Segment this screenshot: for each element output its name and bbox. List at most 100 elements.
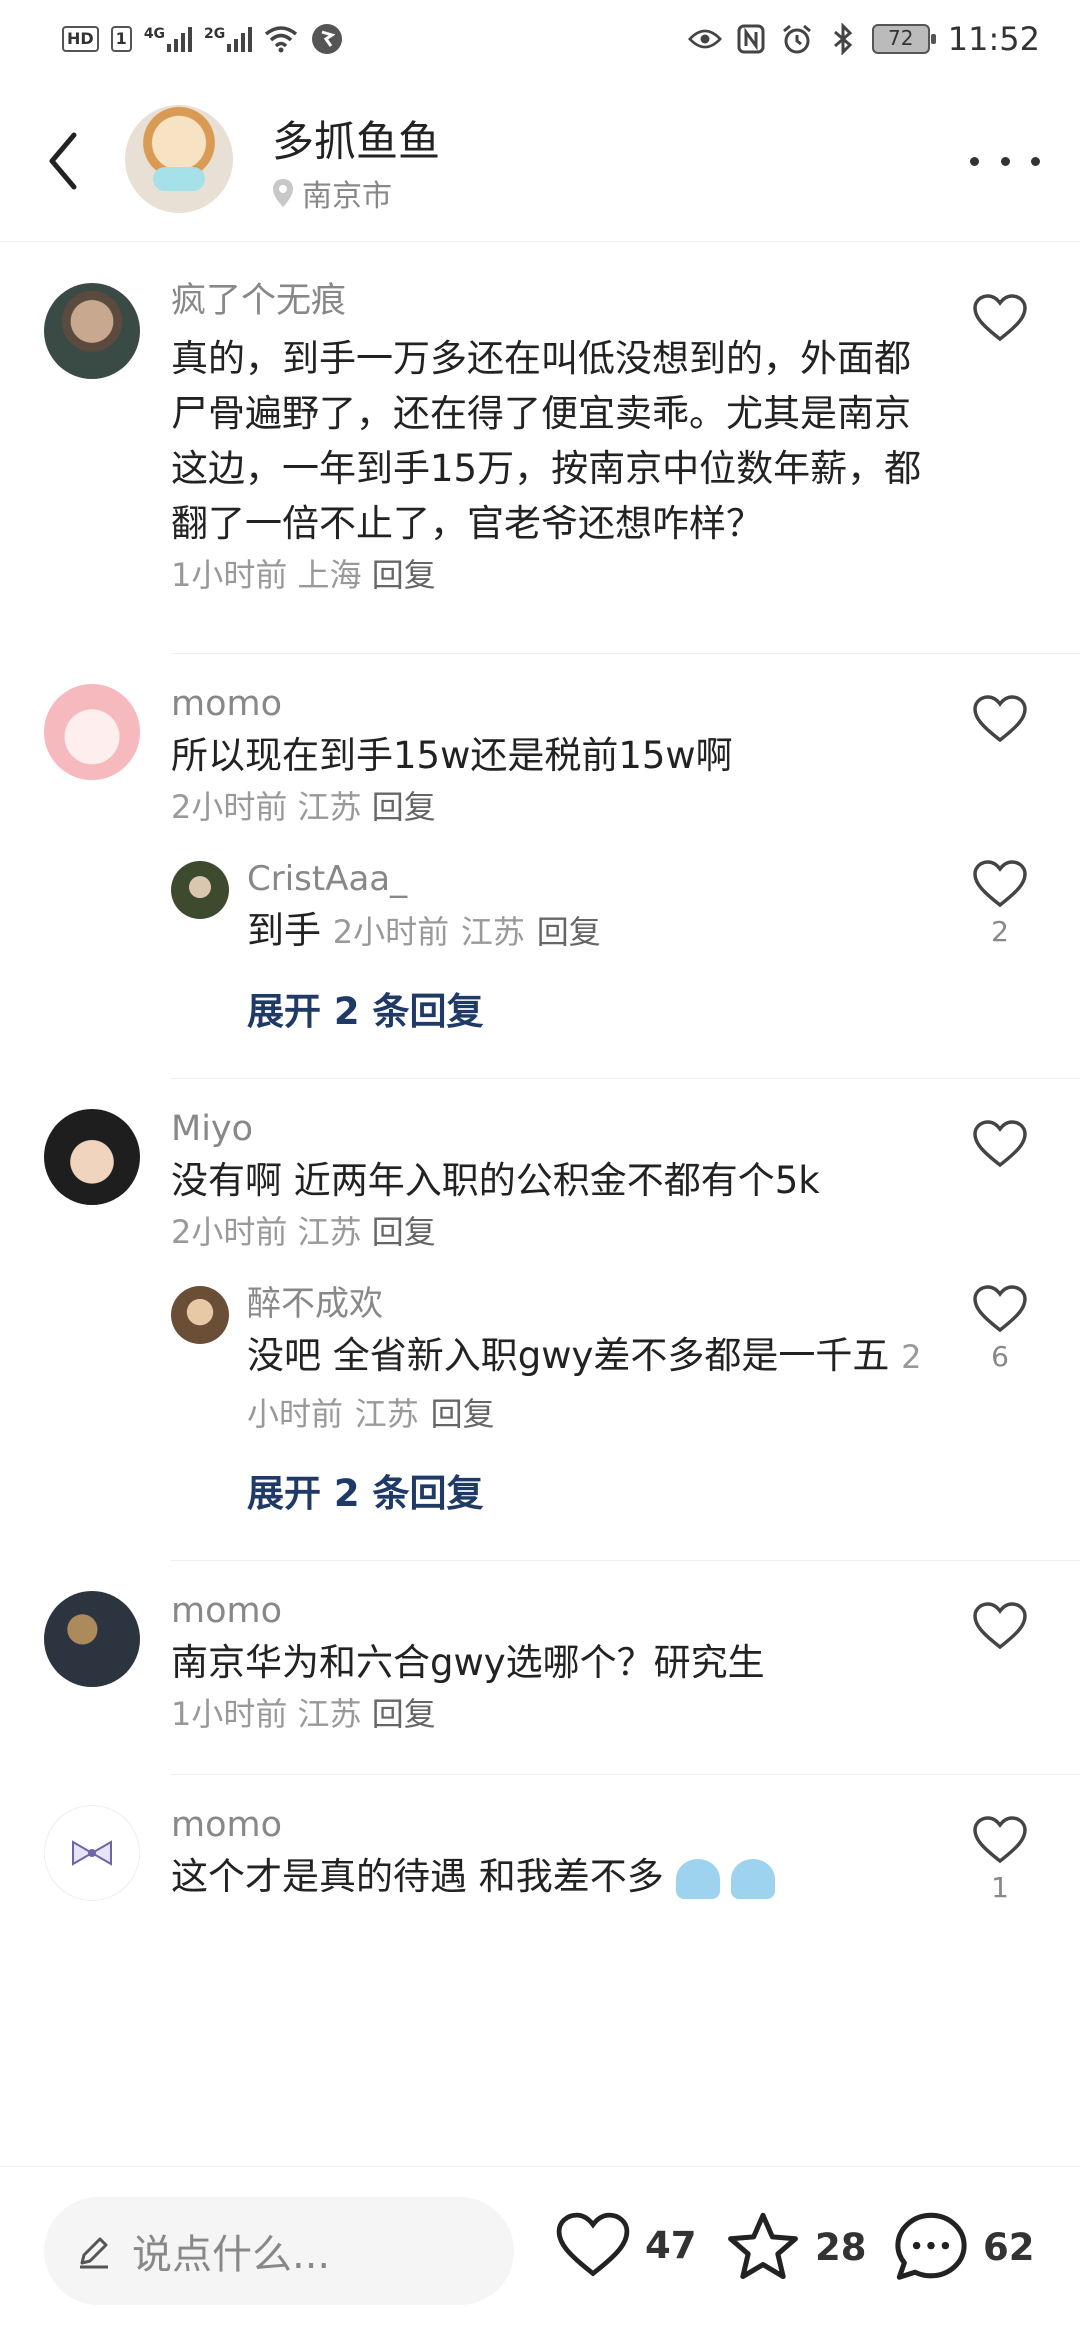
chevron-left-icon [49, 132, 77, 190]
reply-item: CristAaa_ 到手 2小时前 江苏 回复 2 [0, 831, 1080, 960]
commenter-name[interactable]: momo [171, 1587, 930, 1635]
reply-button[interactable]: 回复 [431, 1395, 495, 1433]
reply-button[interactable]: 回复 [372, 1213, 436, 1251]
app-notification-icon [310, 22, 344, 56]
comment-meta: 2小时前 江苏 回复 [171, 1208, 930, 1256]
like-button[interactable]: 2 [970, 859, 1030, 948]
comment-body: 这个才是真的待遇 和我差不多 [171, 1855, 664, 1898]
like-button[interactable] [970, 694, 1030, 744]
replier-name[interactable]: CristAaa_ [247, 855, 930, 903]
commenter-avatar[interactable] [44, 1109, 140, 1205]
commenter-name[interactable]: momo [171, 680, 930, 728]
back-button[interactable] [38, 126, 88, 196]
bluetooth-icon [826, 22, 860, 56]
comment-location: 上海 [297, 556, 362, 594]
like-button[interactable] [970, 293, 1030, 343]
like-count: 47 [645, 2223, 697, 2267]
more-options-button[interactable] [970, 136, 1040, 186]
reply-button[interactable]: 回复 [537, 913, 601, 951]
hd-indicator: HD [62, 26, 99, 52]
star-icon [728, 2212, 798, 2280]
network-type-2: 2G [204, 26, 226, 42]
author-name[interactable]: 多抓鱼鱼 [272, 108, 440, 169]
comment-input-placeholder: 说点什么... [132, 2232, 331, 2278]
bow-icon [72, 1840, 112, 1866]
comment-item: momo 南京华为和六合gwy选哪个？研究生 1小时前 江苏 回复 [0, 1561, 1080, 1738]
comment-time: 2小时前 [171, 1213, 288, 1251]
alarm-icon [780, 22, 814, 56]
comment-time: 1小时前 [171, 556, 288, 594]
like-button[interactable]: 1 [970, 1815, 1030, 1904]
replier-avatar[interactable] [171, 861, 229, 919]
comment-location: 江苏 [297, 788, 362, 826]
expand-replies-button[interactable]: 展开 2 条回复 [0, 1464, 1080, 1524]
like-post-button[interactable]: 47 [555, 2211, 697, 2279]
location-pin-icon [273, 179, 293, 207]
comment-text: 真的，到手一万多还在叫低没想到的，外面都尸骨遍野了，还在得了便宜卖乖。尤其是南京… [171, 337, 922, 545]
network-type-1: 4G [143, 26, 166, 42]
like-button[interactable] [970, 1601, 1030, 1651]
commenter-name[interactable]: Miyo [171, 1105, 930, 1153]
comments-button[interactable]: 62 [893, 2211, 1035, 2283]
replier-name[interactable]: 醉不成欢 [247, 1280, 930, 1328]
heart-icon [973, 1816, 1027, 1864]
reply-location: 江苏 [354, 1395, 419, 1433]
expand-replies-button[interactable]: 展开 2 条回复 [0, 982, 1080, 1042]
heart-icon [973, 1285, 1027, 1333]
comment-location: 江苏 [297, 1695, 362, 1733]
clock: 11:52 [947, 20, 1040, 58]
commenter-avatar[interactable] [44, 1805, 140, 1901]
like-count: 1 [991, 1871, 1009, 1904]
signal-icon: 4G [143, 26, 193, 52]
comment-item: momo 这个才是真的待遇 和我差不多 1 [0, 1775, 1080, 1904]
comment-text: 南京华为和六合gwy选哪个？研究生 [171, 1641, 765, 1684]
commenter-avatar[interactable] [44, 684, 140, 780]
commenter-avatar[interactable] [44, 283, 140, 379]
nfc-icon [734, 22, 768, 56]
battery-indicator: 72 [871, 24, 936, 54]
like-count: 2 [991, 915, 1009, 948]
like-button[interactable] [970, 1119, 1030, 1169]
commenter-avatar[interactable] [44, 1591, 140, 1687]
sim-indicator: 1 [110, 26, 132, 52]
status-bar: HD 1 4G 2G 72 11:52 [0, 0, 1080, 78]
comment-text: 这个才是真的待遇 和我差不多 [171, 1849, 930, 1904]
heart-icon [556, 2212, 630, 2277]
comment-item: momo 所以现在到手15w还是税前15w啊 2小时前 江苏 回复 [0, 654, 1080, 831]
comment-count: 62 [983, 2225, 1035, 2269]
location-text: 南京市 [302, 179, 392, 214]
reply-button[interactable]: 回复 [372, 1695, 436, 1733]
favorite-button[interactable]: 28 [725, 2211, 867, 2283]
like-button[interactable]: 6 [970, 1284, 1030, 1373]
heart-icon [973, 294, 1027, 342]
comment-meta: 1小时前 江苏 回复 [171, 1690, 930, 1738]
reply-button[interactable]: 回复 [372, 556, 436, 594]
heart-icon [973, 695, 1027, 743]
post-header: 多抓鱼鱼 南京市 [0, 78, 1080, 242]
comment-location: 江苏 [297, 1213, 362, 1251]
replier-avatar[interactable] [171, 1286, 229, 1344]
comment-time: 2小时前 [171, 788, 288, 826]
reply-time: 2小时前 [332, 913, 450, 951]
wifi-icon [264, 22, 298, 56]
commenter-name[interactable]: 疯了个无痕 [171, 277, 930, 325]
favorite-count: 28 [815, 2225, 867, 2269]
heart-icon [973, 860, 1027, 908]
reply-button[interactable]: 回复 [372, 788, 436, 826]
commenter-name[interactable]: momo [171, 1801, 930, 1849]
like-count: 6 [991, 1340, 1009, 1373]
comment-time: 1小时前 [171, 1695, 288, 1733]
reply-location: 江苏 [460, 913, 525, 951]
comment-meta: 2小时前 江苏 回复 [171, 783, 930, 831]
comment-item: 疯了个无痕 真的，到手一万多还在叫低没想到的，外面都尸骨遍野了，还在得了便宜卖乖… [0, 243, 1080, 625]
comment-text: 没有啊 近两年入职的公积金不都有个5k [171, 1159, 820, 1202]
comment-feed[interactable]: 疯了个无痕 真的，到手一万多还在叫低没想到的，外面都尸骨遍野了，还在得了便宜卖乖… [0, 243, 1080, 2165]
comment-input[interactable]: 说点什么... [44, 2197, 514, 2305]
comment-meta: 1小时前 上海 回复 [171, 551, 930, 599]
reply-item: 醉不成欢 没吧 全省新入职gwy差不多都是一千五 2小时前 江苏 回复 6 [0, 1256, 1080, 1442]
author-avatar[interactable] [125, 105, 233, 213]
reply-body: 到手 [247, 909, 321, 952]
signal-icon-2: 2G [204, 26, 253, 52]
emoji-icon [731, 1858, 776, 1899]
heart-icon [973, 1120, 1027, 1168]
